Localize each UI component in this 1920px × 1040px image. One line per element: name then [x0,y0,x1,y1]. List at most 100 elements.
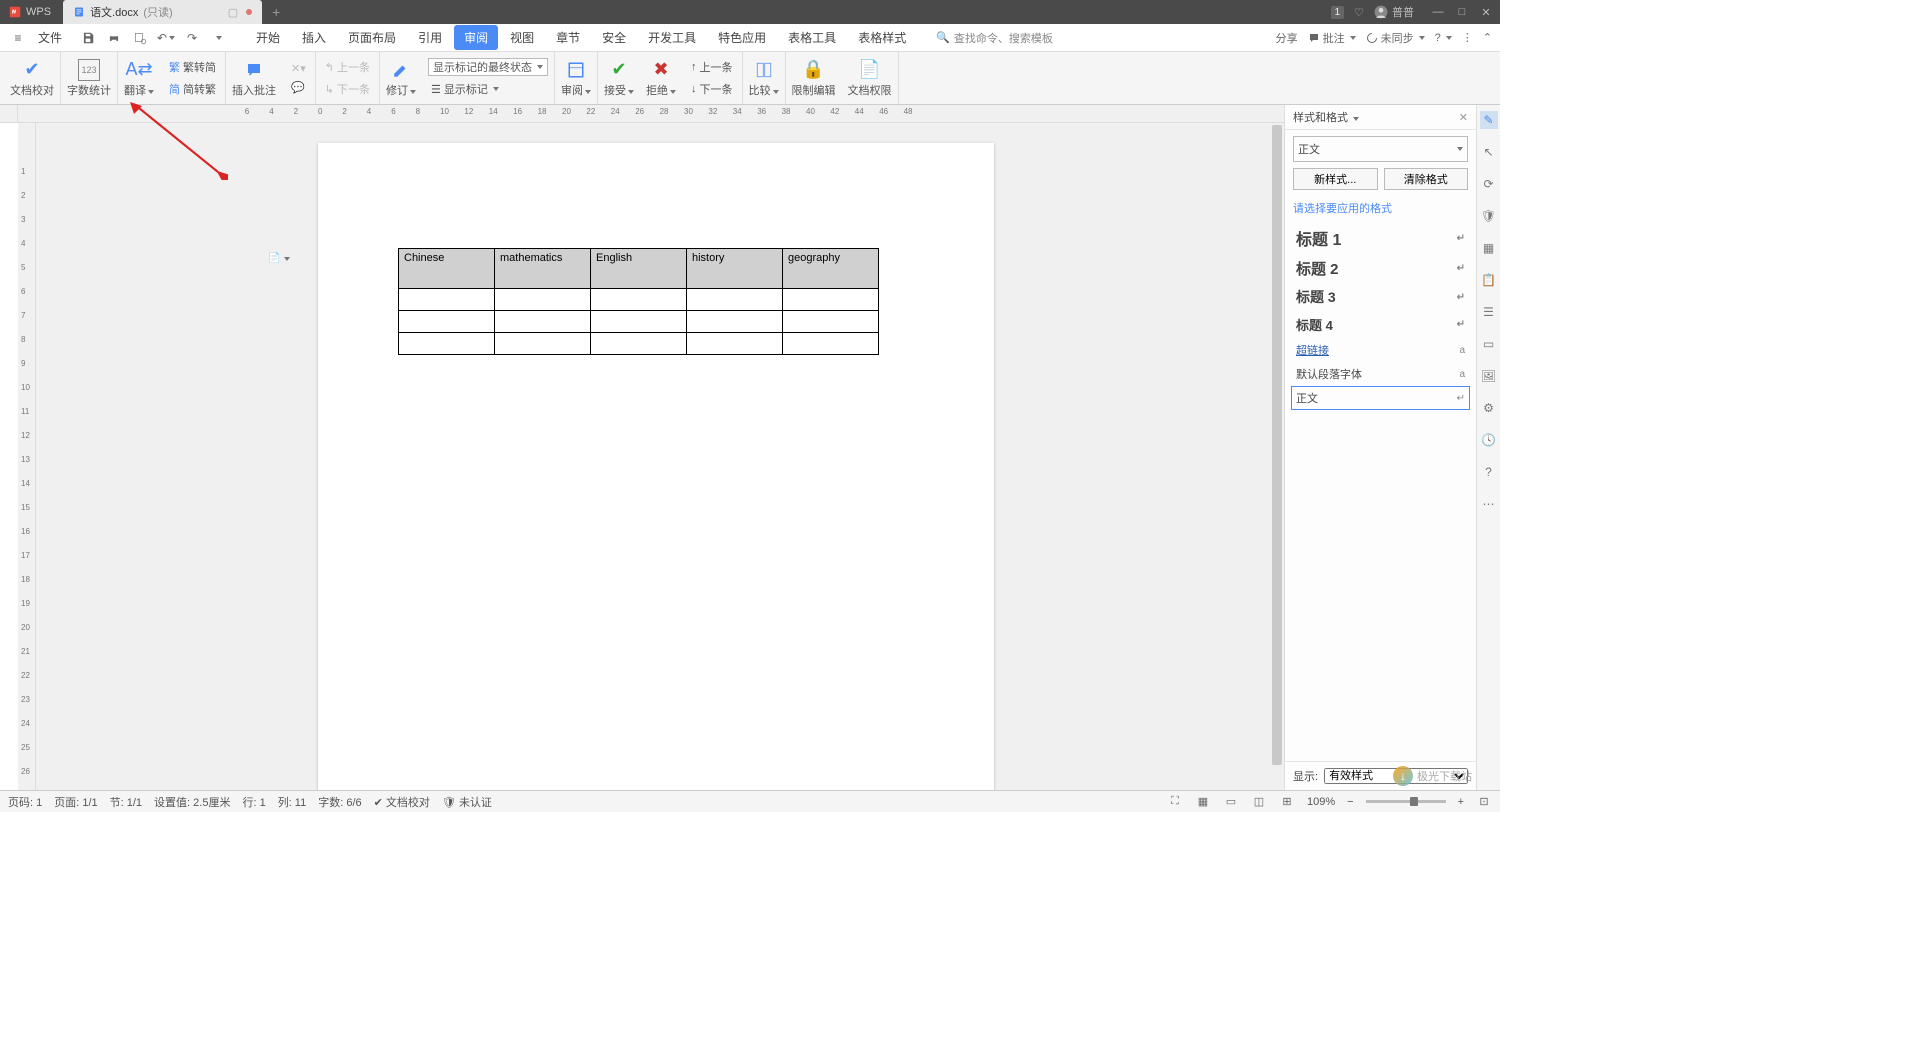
tab-插入[interactable]: 插入 [292,25,336,50]
style-item[interactable]: 标题 3↵ [1291,283,1470,311]
table-cell[interactable] [783,311,879,333]
markup-dropdown[interactable]: 显示标记的最终状态 [428,58,548,76]
status-chars[interactable]: 字数: 6/6 [318,794,361,810]
redo-icon[interactable]: ↷ [182,28,202,48]
zoom-slider[interactable] [1366,800,1446,803]
tab-页面布局[interactable]: 页面布局 [338,25,406,50]
prev-comment-icon[interactable]: ↰ 上一条 [322,58,373,76]
style-item[interactable]: 默认段落字体a [1291,362,1470,386]
prev-change-button[interactable]: ↑上一条 [688,58,736,76]
horizontal-ruler[interactable]: 6420246810121416182022242628303234363840… [18,105,1500,122]
page[interactable]: 📄 ChinesemathematicsEnglishhistorygeogra… [318,143,994,790]
translate-button[interactable]: A⇄ 翻译 [118,52,160,104]
rail-page-icon[interactable]: ▭ [1480,335,1498,353]
zoom-in-icon[interactable]: + [1458,796,1464,808]
tab-视图[interactable]: 视图 [500,25,544,50]
qat-dropdown-icon[interactable] [208,28,228,48]
rail-sync-icon[interactable]: ⟳ [1480,175,1498,193]
vertical-ruler[interactable]: 1234567891011121314151617181920212223242… [18,123,36,790]
comment-icon-small[interactable]: 💬 [288,80,309,95]
status-col[interactable]: 列: 11 [278,794,307,810]
notification-badge[interactable]: 1 [1331,6,1345,19]
print-icon[interactable] [104,28,124,48]
tab-审阅[interactable]: 审阅 [454,25,498,50]
table-header[interactable]: Chinese [399,249,495,289]
compare-button[interactable]: 比较 [743,52,786,104]
table-cell[interactable] [399,289,495,311]
table-header[interactable]: history [687,249,783,289]
heart-icon[interactable]: ♡ [1354,6,1364,19]
view-print-icon[interactable]: ▦ [1195,794,1211,810]
tab-monitor-icon[interactable]: ▢ [228,6,238,19]
annotate-button[interactable]: 批注 [1308,30,1356,46]
current-style-dropdown[interactable]: 正文 [1293,136,1468,162]
tab-表格样式[interactable]: 表格样式 [848,25,916,50]
table-cell[interactable] [687,333,783,355]
style-item[interactable]: 正文↵ [1291,386,1470,410]
style-item[interactable]: 标题 2↵ [1291,254,1470,283]
view-read-icon[interactable]: ⊞ [1279,794,1295,810]
doc-perm-button[interactable]: 📄 文档权限 [842,52,899,104]
table-header[interactable]: geography [783,249,879,289]
document-tab[interactable]: 语文.docx (只读) ▢ [63,0,262,24]
zoom-out-icon[interactable]: − [1347,796,1353,808]
table-cell[interactable] [687,311,783,333]
table-cell[interactable] [591,289,687,311]
tab-引用[interactable]: 引用 [408,25,452,50]
status-page-of[interactable]: 页面: 1/1 [54,794,97,810]
rail-grid-icon[interactable]: ▦ [1480,239,1498,257]
section-menu-icon[interactable]: 📄 [268,253,290,264]
delete-comment-icon[interactable]: ✕▾ [288,61,309,76]
close-window-button[interactable]: ✕ [1480,6,1492,19]
tab-表格工具[interactable]: 表格工具 [778,25,846,50]
search-placeholder[interactable]: 查找命令、搜索模板 [954,30,1053,46]
status-page[interactable]: 页码: 1 [8,794,42,810]
new-tab-button[interactable]: + [262,4,290,20]
view-web-icon[interactable]: ▭ [1223,794,1239,810]
collapse-ribbon-icon[interactable]: ⌃ [1483,31,1492,44]
insert-comment-button[interactable]: 插入批注 [226,52,282,104]
tab-开始[interactable]: 开始 [246,25,290,50]
jianfan-button[interactable]: 简简转繁 [166,80,219,98]
table-cell[interactable] [495,289,591,311]
status-proof[interactable]: ✔ 文档校对 [374,794,430,810]
tab-开发工具[interactable]: 开发工具 [638,25,706,50]
undo-icon[interactable]: ↶ [156,28,176,48]
maximize-button[interactable]: □ [1456,6,1468,18]
reject-button[interactable]: ✖ 拒绝 [640,52,682,104]
rail-select-icon[interactable]: ↖ [1480,143,1498,161]
status-line[interactable]: 行: 1 [242,794,265,810]
clear-format-button[interactable]: 清除格式 [1384,168,1469,190]
rail-more-icon[interactable]: ⋯ [1480,495,1498,513]
more-icon[interactable]: ⋮ [1462,31,1473,44]
tab-安全[interactable]: 安全 [592,25,636,50]
next-change-button[interactable]: ↓下一条 [688,80,736,98]
status-verify[interactable]: 🛡 未认证 [442,794,492,810]
rail-settings-icon[interactable]: ⚙ [1480,399,1498,417]
vertical-scrollbar[interactable] [1270,123,1284,790]
rail-help-icon[interactable]: ? [1480,463,1498,481]
next-comment-icon[interactable]: ↳ 下一条 [322,80,373,98]
view-outline-icon[interactable]: ◫ [1251,794,1267,810]
tab-章节[interactable]: 章节 [546,25,590,50]
revise-button[interactable]: 修订 [380,52,422,104]
tab-特色应用[interactable]: 特色应用 [708,25,776,50]
help-icon[interactable]: ? [1435,32,1452,44]
table-cell[interactable] [495,333,591,355]
style-item[interactable]: 超链接a [1291,338,1470,362]
style-item[interactable]: 标题 1↵ [1291,222,1470,254]
rail-layers-icon[interactable]: ☰ [1480,303,1498,321]
document-table[interactable]: ChinesemathematicsEnglishhistorygeograph… [398,248,879,355]
style-item[interactable]: 标题 4↵ [1291,311,1470,338]
table-cell[interactable] [399,333,495,355]
rail-shield-icon[interactable]: 🛡 [1480,207,1498,225]
rail-styles-icon[interactable]: ✎ [1480,111,1498,129]
file-menu[interactable]: 文件 [32,27,68,48]
user-avatar[interactable]: 普普 [1374,4,1414,20]
rail-image-icon[interactable]: 🖼 [1480,367,1498,385]
table-cell[interactable] [783,289,879,311]
show-markup-button[interactable]: ☰显示标记 [428,80,548,98]
rail-clock-icon[interactable]: 🕓 [1480,431,1498,449]
scrollbar-thumb[interactable] [1272,125,1282,765]
wordcount-button[interactable]: 123 字数统计 [61,52,118,104]
